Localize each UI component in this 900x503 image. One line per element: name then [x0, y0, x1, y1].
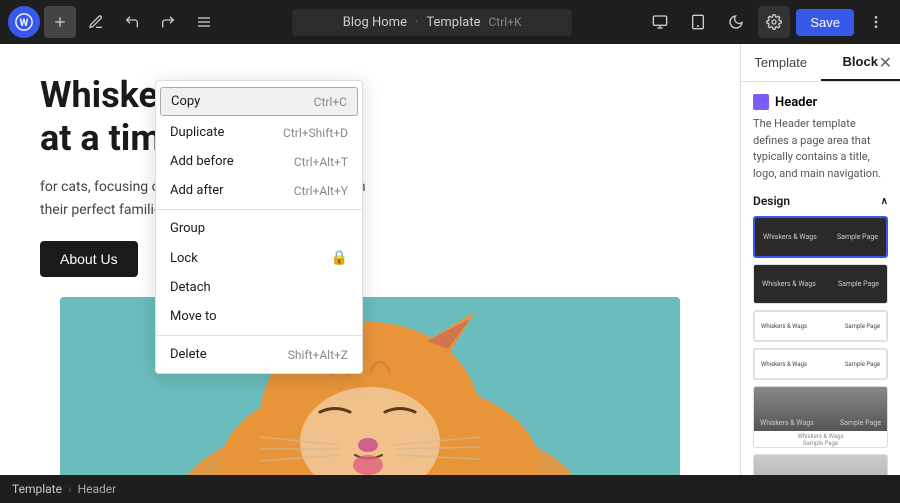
- menu-item-delete-shortcut: Shift+Alt+Z: [288, 348, 348, 362]
- undo-button[interactable]: [116, 6, 148, 38]
- block-section-title: Header: [753, 94, 888, 110]
- menu-item-add-after[interactable]: Add after Ctrl+Alt+Y: [156, 176, 362, 205]
- thumb-3-text: Whiskers & Wags: [761, 323, 807, 330]
- menu-item-copy-label: Copy: [171, 94, 200, 109]
- toolbar-center: Blog Home · Template Ctrl+K: [224, 9, 640, 36]
- menu-item-move-to[interactable]: Move to: [156, 302, 362, 331]
- context-menu: Copy Ctrl+C Duplicate Ctrl+Shift+D Add b…: [155, 80, 363, 374]
- menu-item-lock[interactable]: Lock 🔒: [156, 243, 362, 273]
- page-content: Whiskers, one purr at a time! for cats, …: [0, 44, 740, 297]
- block-description: The Header template defines a page area …: [753, 116, 888, 182]
- thumb-5-text: Whiskers & Wags: [760, 419, 814, 427]
- panel-content: Header The Header template defines a pag…: [741, 82, 900, 475]
- panel-tabs: Template Block ✕: [741, 44, 900, 82]
- url-bar[interactable]: Blog Home · Template Ctrl+K: [292, 9, 572, 36]
- tablet-view-button[interactable]: [682, 6, 714, 38]
- tools-button[interactable]: [80, 6, 112, 38]
- menu-item-delete[interactable]: Delete Shift+Alt+Z: [156, 340, 362, 369]
- thumb-5-label: Sample Page: [840, 419, 881, 427]
- thumb-2-text: Whiskers & Wags: [762, 280, 816, 288]
- menu-item-add-after-shortcut: Ctrl+Alt+Y: [294, 184, 348, 198]
- main-area: Whiskers, one purr at a time! for cats, …: [0, 44, 900, 475]
- design-thumb-6[interactable]: Whiskers & Wags Sample Page: [753, 454, 888, 475]
- menu-item-duplicate-shortcut: Ctrl+Shift+D: [283, 126, 348, 140]
- thumb-5-footer: Whiskers & WagsSample Page: [754, 433, 887, 447]
- dark-mode-button[interactable]: [720, 6, 752, 38]
- menu-item-copy[interactable]: Copy Ctrl+C: [160, 87, 358, 116]
- menu-item-duplicate-label: Duplicate: [170, 125, 224, 140]
- menu-item-duplicate[interactable]: Duplicate Ctrl+Shift+D: [156, 118, 362, 147]
- right-panel: Template Block ✕ Header The Header templ…: [740, 44, 900, 475]
- canvas: Whiskers, one purr at a time! for cats, …: [0, 44, 740, 475]
- design-chevron-icon: ∧: [881, 196, 888, 207]
- breadcrumb: Template › Header: [0, 475, 900, 503]
- url-bar-text: Blog Home: [343, 15, 407, 30]
- lock-icon: 🔒: [331, 250, 348, 266]
- redo-button[interactable]: [152, 6, 184, 38]
- url-separator: ·: [415, 15, 418, 30]
- design-thumb-2[interactable]: Whiskers & Wags Sample Page: [753, 264, 888, 304]
- wordpress-logo[interactable]: W: [8, 6, 40, 38]
- menu-item-detach[interactable]: Detach: [156, 273, 362, 302]
- menu-divider-2: [156, 335, 362, 336]
- svg-text:W: W: [20, 18, 29, 29]
- menu-item-group-label: Group: [170, 221, 205, 236]
- design-label-text: Design: [753, 194, 790, 208]
- design-label: Design ∧: [753, 194, 888, 208]
- canvas-inner: Whiskers, one purr at a time! for cats, …: [0, 44, 740, 475]
- menu-item-add-before-label: Add before: [170, 154, 234, 169]
- about-us-button[interactable]: About Us: [40, 241, 138, 277]
- thumb-1-label: Sample Page: [837, 233, 878, 241]
- breadcrumb-separator: ›: [68, 482, 72, 496]
- toolbar: W Blog Home · Template Ctrl+K: [0, 0, 900, 44]
- design-thumb-3[interactable]: Whiskers & Wags Sample Page: [753, 310, 888, 342]
- menu-item-add-before[interactable]: Add before Ctrl+Alt+T: [156, 147, 362, 176]
- toolbar-left: W: [8, 6, 220, 38]
- menu-item-group[interactable]: Group: [156, 214, 362, 243]
- block-title: Header: [775, 95, 817, 110]
- settings-button[interactable]: [758, 6, 790, 38]
- thumb-2-label: Sample Page: [838, 280, 879, 288]
- design-thumb-4[interactable]: Whiskers & Wags Sample Page: [753, 348, 888, 380]
- thumb-4-text: Whiskers & Wags: [761, 361, 807, 368]
- menu-divider-1: [156, 209, 362, 210]
- thumb-3-label: Sample Page: [845, 323, 880, 330]
- thumb-1-text: Whiskers & Wags: [763, 233, 817, 241]
- design-thumb-5[interactable]: Whiskers & Wags Sample Page Whiskers & W…: [753, 386, 888, 448]
- url-shortcut: Ctrl+K: [488, 15, 521, 29]
- menu-item-copy-shortcut: Ctrl+C: [314, 95, 347, 109]
- more-options-button[interactable]: [860, 6, 892, 38]
- menu-item-lock-label: Lock: [170, 251, 198, 266]
- tab-template[interactable]: Template: [741, 44, 821, 81]
- desktop-view-button[interactable]: [644, 6, 676, 38]
- breadcrumb-header[interactable]: Header: [78, 482, 117, 496]
- panel-close-button[interactable]: ✕: [879, 53, 892, 73]
- list-view-button[interactable]: [188, 6, 220, 38]
- add-block-button[interactable]: [44, 6, 76, 38]
- thumb-4-label: Sample Page: [845, 361, 880, 368]
- menu-item-detach-label: Detach: [170, 280, 211, 295]
- breadcrumb-template[interactable]: Template: [12, 482, 62, 496]
- design-thumb-1[interactable]: Whiskers & Wags Sample Page: [753, 216, 888, 258]
- url-bar-label: Template: [426, 15, 480, 30]
- save-button[interactable]: Save: [796, 9, 854, 36]
- block-icon: [753, 94, 769, 110]
- menu-item-add-before-shortcut: Ctrl+Alt+T: [294, 155, 348, 169]
- menu-item-move-to-label: Move to: [170, 309, 217, 324]
- cat-image: [60, 297, 680, 475]
- menu-item-delete-label: Delete: [170, 347, 207, 362]
- menu-item-add-after-label: Add after: [170, 183, 224, 198]
- toolbar-right: Save: [644, 6, 892, 38]
